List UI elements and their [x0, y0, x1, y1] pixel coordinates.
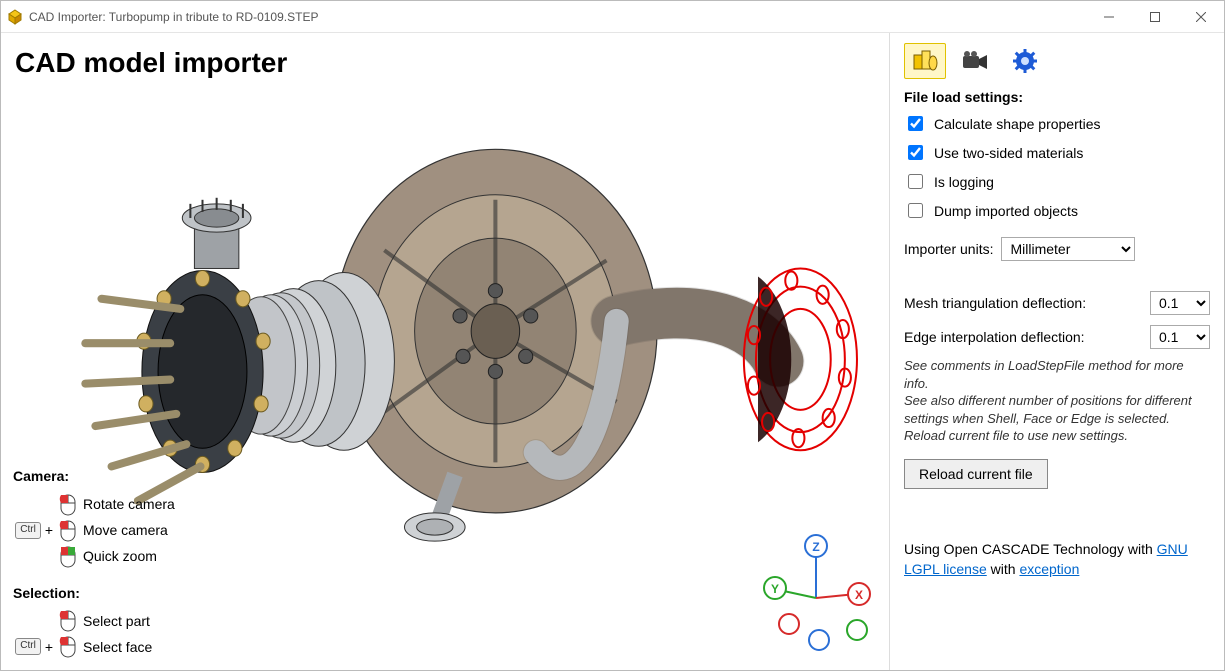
units-row: Importer units: MillimeterCentimeterMete…: [904, 237, 1210, 261]
help-rotate: Rotate camera: [13, 492, 175, 518]
help-select-face: Ctrl + Select face: [13, 634, 175, 660]
tab-settings[interactable]: [1004, 43, 1046, 79]
axis-y-label: Y: [771, 582, 779, 596]
mouse-left-icon: [59, 520, 77, 542]
chk-dump-input[interactable]: [908, 203, 923, 218]
plus-sign: +: [45, 519, 53, 541]
chk-logging-input[interactable]: [908, 174, 923, 189]
mesh-label: Mesh triangulation deflection:: [904, 295, 1142, 311]
credits-exception-link[interactable]: exception: [1019, 561, 1079, 577]
credits-pre: Using Open CASCADE Technology with: [904, 541, 1157, 557]
chk-dump[interactable]: Dump imported objects: [904, 200, 1210, 221]
chk-dump-label: Dump imported objects: [934, 203, 1078, 219]
help-select-part-label: Select part: [83, 610, 150, 632]
help-select-part: Select part: [13, 608, 175, 634]
chk-shape-properties[interactable]: Calculate shape properties: [904, 113, 1210, 134]
help-move-label: Move camera: [83, 519, 168, 541]
credits-mid: with: [987, 561, 1020, 577]
mesh-row: Mesh triangulation deflection: 0.010.050…: [904, 291, 1210, 315]
maximize-button[interactable]: [1132, 1, 1178, 32]
ctrl-key: Ctrl: [15, 638, 41, 655]
chk-two-sided-label: Use two-sided materials: [934, 145, 1083, 161]
chk-two-sided-input[interactable]: [908, 145, 923, 160]
chk-two-sided[interactable]: Use two-sided materials: [904, 142, 1210, 163]
note-3: Reload current file to use new settings.: [904, 427, 1210, 445]
help-rotate-label: Rotate camera: [83, 493, 175, 515]
axis-z-label: Z: [812, 540, 819, 554]
title-bar: CAD Importer: Turbopump in tribute to RD…: [1, 1, 1224, 33]
plus-sign: +: [45, 636, 53, 658]
help-zoom: Quick zoom: [13, 544, 175, 570]
axis-x-label: X: [855, 588, 863, 602]
mouse-left-icon: [59, 494, 77, 516]
units-label: Importer units:: [904, 241, 993, 257]
edge-label: Edge interpolation deflection:: [904, 329, 1142, 345]
viewport[interactable]: CAD model importer: [1, 33, 889, 670]
axis-triad[interactable]: Z X Y: [761, 532, 871, 652]
edge-select[interactable]: 0.010.050.10.20.51: [1150, 325, 1210, 349]
help-move: Ctrl + Move camera: [13, 518, 175, 544]
mouse-left-icon: [59, 610, 77, 632]
chk-shape-properties-label: Calculate shape properties: [934, 116, 1101, 132]
tab-camera[interactable]: [954, 43, 996, 79]
viewport-title: CAD model importer: [15, 47, 287, 79]
mouse-both-icon: [59, 546, 77, 568]
help-overlay: Camera: Rotate camera Ctrl +: [13, 453, 175, 660]
help-select-face-label: Select face: [83, 636, 152, 658]
tab-objects[interactable]: [904, 43, 946, 79]
note-2: See also different number of positions f…: [904, 392, 1210, 427]
chk-logging[interactable]: Is logging: [904, 171, 1210, 192]
window-title: CAD Importer: Turbopump in tribute to RD…: [29, 10, 1086, 24]
credits: Using Open CASCADE Technology with GNU L…: [904, 539, 1210, 580]
help-camera-heading: Camera:: [13, 465, 175, 487]
close-button[interactable]: [1178, 1, 1224, 32]
mesh-select[interactable]: 0.010.050.10.20.51: [1150, 291, 1210, 315]
help-zoom-label: Quick zoom: [83, 545, 157, 567]
panel-tabs: [904, 43, 1210, 79]
app-window: CAD Importer: Turbopump in tribute to RD…: [0, 0, 1225, 671]
settings-panel: File load settings: Calculate shape prop…: [889, 33, 1224, 670]
body: CAD model importer: [1, 33, 1224, 670]
help-selection-heading: Selection:: [13, 582, 175, 604]
mouse-left-icon: [59, 636, 77, 658]
app-icon: [7, 9, 23, 25]
note-1: See comments in LoadStepFile method for …: [904, 357, 1210, 392]
chk-logging-label: Is logging: [934, 174, 994, 190]
ctrl-key: Ctrl: [15, 522, 41, 539]
chk-shape-properties-input[interactable]: [908, 116, 923, 131]
file-load-heading: File load settings:: [904, 89, 1210, 105]
minimize-button[interactable]: [1086, 1, 1132, 32]
reload-button[interactable]: Reload current file: [904, 459, 1048, 489]
units-select[interactable]: MillimeterCentimeterMeterInchFoot: [1001, 237, 1135, 261]
settings-notes: See comments in LoadStepFile method for …: [904, 357, 1210, 445]
edge-row: Edge interpolation deflection: 0.010.050…: [904, 325, 1210, 349]
